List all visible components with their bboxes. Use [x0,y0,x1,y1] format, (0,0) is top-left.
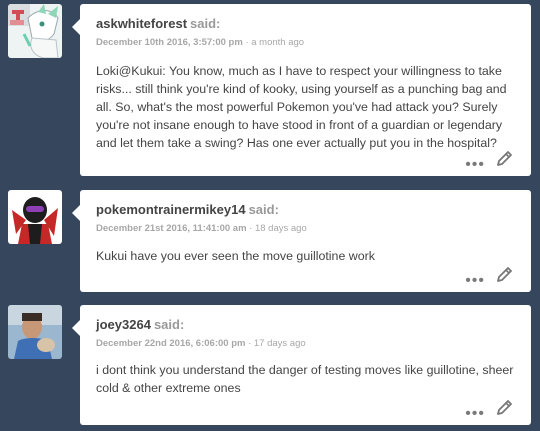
more-dots-icon[interactable]: ••• [465,273,485,289]
comment-meta: December 22nd 2016, 6:06:00 pm · 17 days… [96,338,306,349]
relative-time: · a month ago [245,37,305,48]
timestamp: December 22nd 2016, 6:06:00 pm [96,338,246,349]
more-dots-icon[interactable]: ••• [465,157,485,173]
avatar[interactable] [8,305,62,359]
comment-header: askwhiteforest said: [96,16,220,31]
comment-text: i dont think you understand the danger o… [96,363,514,395]
relative-time: · 18 days ago [249,223,307,234]
username-link[interactable]: joey3264 [96,317,151,332]
comment-card: askwhiteforest said: December 10th 2016, … [72,4,531,176]
comment-text: Kukui have you ever seen the move guillo… [96,249,375,263]
comment-header: pokemontrainermikey14 said: [96,202,279,217]
comment-card: pokemontrainermikey14 said: December 21st… [72,190,531,292]
photo-avatar-image [8,305,62,359]
pencil-icon[interactable] [495,264,515,284]
comment-header: joey3264 said: [96,317,184,332]
comment-meta: December 10th 2016, 3:57:00 pm · a month… [96,37,304,48]
username-link[interactable]: askwhiteforest [96,16,187,31]
white-creature-avatar-image [8,4,62,58]
avatar[interactable] [8,190,62,244]
timestamp: December 21st 2016, 11:41:00 am [96,223,247,234]
comment-card: joey3264 said: December 22nd 2016, 6:06:0… [72,305,531,425]
said-label: said: [153,317,185,332]
more-dots-icon[interactable]: ••• [465,406,485,422]
said-label: said: [190,16,221,31]
comment-meta: December 21st 2016, 11:41:00 am · 18 day… [96,223,307,234]
comment-text: Loki@Kukui: You know, much as I have to … [96,64,507,150]
dark-character-avatar-image [8,190,62,244]
said-label: said: [248,202,279,217]
pencil-icon[interactable] [495,148,515,168]
pencil-icon[interactable] [495,397,515,417]
relative-time: · 17 days ago [248,338,306,349]
username-link[interactable]: pokemontrainermikey14 [96,202,246,217]
avatar[interactable] [8,4,62,58]
timestamp: December 10th 2016, 3:57:00 pm [96,37,243,48]
